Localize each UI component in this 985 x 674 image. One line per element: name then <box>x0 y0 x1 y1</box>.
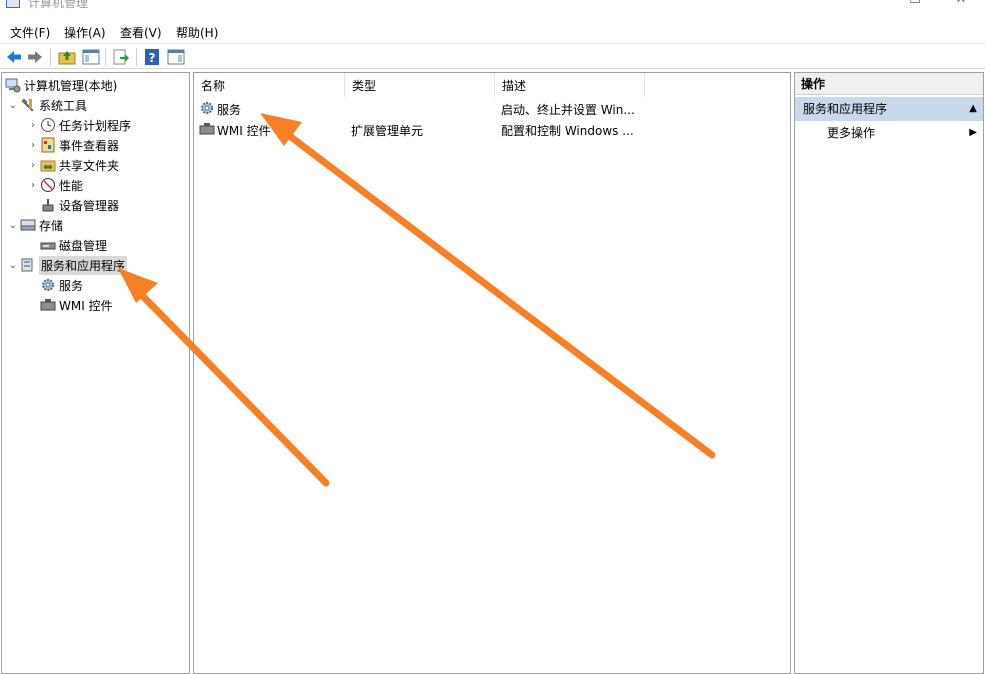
tree-item-wmi[interactable]: WMI 控件 <box>40 295 113 315</box>
computer-management-icon <box>6 0 20 8</box>
show-action-pane-icon[interactable] <box>167 48 185 66</box>
actions-pane-title: 操作 <box>795 73 983 95</box>
cell-name: WMI 控件 <box>217 124 271 138</box>
event-viewer-icon <box>41 137 55 153</box>
actions-section-label: 服务和应用程序 <box>803 102 888 116</box>
cell-type: 扩展管理单元 <box>351 124 424 138</box>
console-tree-pane: 计算机管理(本地) ⌄ 系统工具 › 任务计划程序 › 事件查看器 › 共享文件… <box>1 72 190 674</box>
svg-text:?: ? <box>149 51 156 65</box>
chevron-down-icon[interactable]: ⌄ <box>6 220 20 231</box>
column-header-description[interactable]: 描述 <box>495 73 645 97</box>
actions-pane: 操作 服务和应用程序 ▲ 更多操作 ▶ <box>794 72 984 674</box>
help-icon[interactable]: ? <box>143 48 161 66</box>
gear-icon <box>201 102 213 114</box>
list-item[interactable]: WMI 控件 扩展管理单元 配置和控制 Windows ... <box>194 120 790 140</box>
tree-label: 磁盘管理 <box>59 238 108 253</box>
shared-folder-icon <box>40 160 56 172</box>
window-title: 计算机管理 <box>28 0 89 10</box>
chevron-right-icon[interactable]: › <box>26 120 40 131</box>
maximize-button[interactable]: ☐ <box>892 0 938 10</box>
actions-section-header[interactable]: 服务和应用程序 ▲ <box>795 97 983 121</box>
tree-label: 服务和应用程序 <box>39 255 128 275</box>
tree-item-storage[interactable]: ⌄ 存储 <box>6 215 63 235</box>
title-bar: 计算机管理 — ☐ ✕ <box>0 0 985 12</box>
tree-label: 设备管理器 <box>59 198 120 213</box>
wmi-control-icon <box>199 123 215 135</box>
tree-item-event-viewer[interactable]: › 事件查看器 <box>26 135 119 155</box>
clock-icon <box>41 118 55 132</box>
computer-management-icon <box>5 78 21 93</box>
more-actions-item[interactable]: 更多操作 ▶ <box>795 123 983 143</box>
tree-label: 计算机管理(本地) <box>24 78 118 93</box>
tree-item-services[interactable]: 服务 <box>40 275 83 295</box>
device-manager-icon <box>42 199 54 212</box>
toolbar: ? <box>0 43 985 69</box>
results-pane: 名称 类型 描述 服务 启动、终止并设置 Win... WMI 控件 扩展管理单… <box>193 72 791 674</box>
up-folder-icon[interactable] <box>58 48 76 66</box>
tree-label: WMI 控件 <box>59 298 113 313</box>
menu-bar: 文件(F) 操作(A) 查看(V) 帮助(H) <box>0 22 985 42</box>
tree-label: 事件查看器 <box>59 138 120 153</box>
tree-item-shared-folders[interactable]: › 共享文件夹 <box>26 155 119 175</box>
submenu-arrow-icon: ▶ <box>969 127 977 138</box>
column-header-name[interactable]: 名称 <box>194 73 345 97</box>
wmi-control-icon <box>40 299 56 311</box>
services-apps-icon <box>21 258 33 272</box>
list-item[interactable]: 服务 启动、终止并设置 Win... <box>194 99 790 119</box>
tree-item-device-manager[interactable]: 设备管理器 <box>40 195 119 215</box>
menu-file[interactable]: 文件(F) <box>10 24 50 41</box>
back-icon[interactable] <box>5 48 23 66</box>
tree-label: 共享文件夹 <box>59 158 120 173</box>
export-icon[interactable] <box>112 48 130 66</box>
menu-help[interactable]: 帮助(H) <box>176 24 218 41</box>
disk-management-icon <box>40 242 56 250</box>
cell-name: 服务 <box>217 103 242 117</box>
storage-icon <box>20 219 36 231</box>
tree-label: 系统工具 <box>39 98 88 113</box>
tree-label: 存储 <box>39 218 64 233</box>
collapse-triangle-icon[interactable]: ▲ <box>969 97 977 121</box>
menu-view[interactable]: 查看(V) <box>120 24 162 41</box>
forward-icon[interactable] <box>26 48 44 66</box>
gear-icon <box>42 279 54 291</box>
tree-item-performance[interactable]: › 性能 <box>26 175 83 195</box>
tree-item-services-apps[interactable]: ⌄ 服务和应用程序 <box>6 255 128 275</box>
chevron-down-icon[interactable]: ⌄ <box>6 100 20 111</box>
cell-description: 启动、终止并设置 Win... <box>501 103 635 117</box>
more-actions-label: 更多操作 <box>827 126 876 140</box>
tree-item-disk-management[interactable]: 磁盘管理 <box>40 235 107 255</box>
tree-label: 性能 <box>59 178 84 193</box>
tree-label: 任务计划程序 <box>59 118 132 133</box>
tree-item-root[interactable]: 计算机管理(本地) <box>5 75 117 95</box>
menu-action[interactable]: 操作(A) <box>64 24 106 41</box>
column-header-type[interactable]: 类型 <box>345 73 495 97</box>
show-tree-icon[interactable] <box>82 48 100 66</box>
close-button[interactable]: ✕ <box>938 0 984 10</box>
tree-label: 服务 <box>59 278 84 293</box>
tree-item-task-scheduler[interactable]: › 任务计划程序 <box>26 115 131 135</box>
system-tools-icon <box>21 98 34 112</box>
chevron-down-icon[interactable]: ⌄ <box>6 260 20 271</box>
chevron-right-icon[interactable]: › <box>26 160 40 171</box>
chevron-right-icon[interactable]: › <box>26 180 40 191</box>
cell-description: 配置和控制 Windows ... <box>501 124 634 138</box>
chevron-right-icon[interactable]: › <box>26 140 40 151</box>
minimize-button[interactable]: — <box>848 0 894 10</box>
tree-item-system-tools[interactable]: ⌄ 系统工具 <box>6 95 87 115</box>
performance-icon <box>41 178 55 192</box>
